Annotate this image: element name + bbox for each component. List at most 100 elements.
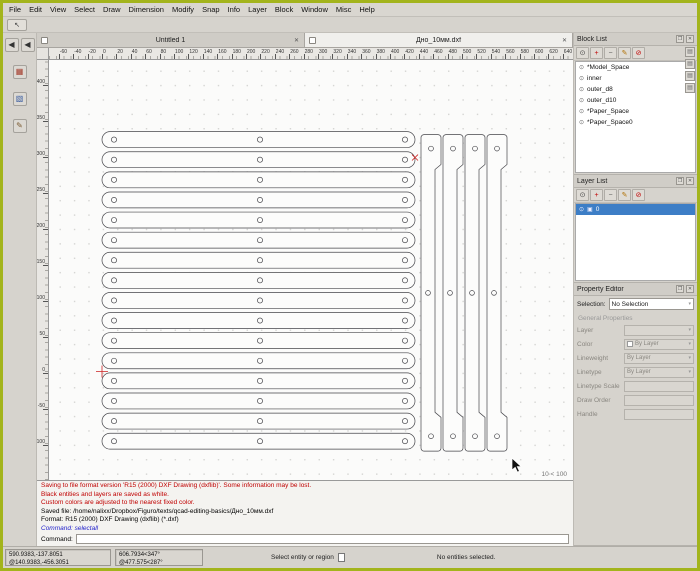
command-input[interactable]: [76, 534, 569, 544]
property-row: Draw Order: [574, 393, 697, 407]
eye-icon[interactable]: ⊙: [579, 75, 584, 82]
ruler-label: 400: [37, 79, 45, 85]
dock-forward-button[interactable]: ◀: [21, 38, 35, 52]
selection-dropdown[interactable]: No Selection ▾: [609, 298, 694, 310]
property-layer-control[interactable]: ▾: [624, 325, 694, 336]
general-properties-header: General Properties: [574, 312, 697, 323]
float-panel-icon[interactable]: ❐: [676, 35, 684, 43]
edit-block-button[interactable]: ✎: [618, 47, 631, 59]
block-list[interactable]: ⊙*Model_Space⊙inner⊙outer_d8⊙outer_d10⊙*…: [575, 61, 696, 173]
menu-block[interactable]: Block: [271, 5, 297, 14]
block-list-titlebar: Block List ❐ ✕: [574, 33, 697, 46]
ruler-label: -50: [38, 403, 45, 409]
document-tab-2[interactable]: Дно_10мм.dxf✕: [305, 33, 573, 47]
block-row[interactable]: ⊙*Model_Space: [576, 62, 695, 73]
block-row[interactable]: ⊙outer_d8: [576, 84, 695, 95]
property-linetype-scale-control[interactable]: [624, 381, 694, 392]
ruler-label: 50: [39, 331, 45, 337]
close-panel-icon[interactable]: ✕: [686, 35, 694, 43]
close-panel-icon[interactable]: ✕: [686, 285, 694, 293]
property-lineweight-control[interactable]: By Layer▾: [624, 353, 694, 364]
main-area: ◀◀▦▧✎ Untitled 1✕Дно_10мм.dxf✕ -60-40-20…: [3, 33, 697, 546]
ruler-label: -40: [74, 49, 81, 55]
menu-help[interactable]: Help: [355, 5, 378, 14]
close-icon[interactable]: ✕: [293, 37, 300, 44]
property-draw-order-control[interactable]: [624, 395, 694, 406]
drawing-canvas[interactable]: 10 < 100: [49, 60, 573, 480]
ruler-tick: [43, 157, 48, 158]
uprights-group: [421, 135, 507, 451]
remove-layer-button[interactable]: −: [604, 189, 617, 201]
property-linetype-control[interactable]: By Layer▾: [624, 367, 694, 378]
dock-block-tools-button[interactable]: ▦: [13, 65, 27, 79]
menu-info[interactable]: Info: [224, 5, 245, 14]
ruler-label: 260: [290, 49, 298, 55]
purge-block-button[interactable]: ⊘: [632, 47, 645, 59]
dock-tab-button-1[interactable]: ▤: [685, 47, 695, 57]
add-layer-button[interactable]: +: [590, 189, 603, 201]
tab-label: Дно_10мм.dxf: [319, 37, 558, 44]
block-list-title: Block List: [577, 36, 674, 43]
dock-layer-tools-button[interactable]: ▧: [13, 92, 27, 106]
dock-tab-button-2[interactable]: ▤: [685, 59, 695, 69]
property-color-control[interactable]: By Layer▾: [624, 339, 694, 350]
property-label: Layer: [577, 327, 621, 334]
menu-draw[interactable]: Draw: [99, 5, 125, 14]
menu-dimension[interactable]: Dimension: [125, 5, 168, 14]
float-panel-icon[interactable]: ❐: [676, 285, 684, 293]
color-swatch: [627, 341, 633, 347]
float-panel-icon[interactable]: ❐: [676, 177, 684, 185]
eye-icon[interactable]: ⊙: [579, 108, 584, 115]
layer-row[interactable]: ⊙▣0: [576, 204, 695, 215]
block-row[interactable]: ⊙*Paper_Space: [576, 106, 695, 117]
ruler-label: 500: [463, 49, 471, 55]
menu-modify[interactable]: Modify: [168, 5, 198, 14]
console-line: Saved file: /home/nalixx/Dropbox/Figuro/…: [41, 508, 569, 517]
dock-edit-tools-button[interactable]: ✎: [13, 119, 27, 133]
property-handle-control[interactable]: [624, 409, 694, 420]
block-row[interactable]: ⊙outer_d10: [576, 95, 695, 106]
menu-misc[interactable]: Misc: [332, 5, 355, 14]
dock-back-button[interactable]: ◀: [5, 38, 19, 52]
menu-view[interactable]: View: [46, 5, 70, 14]
eye-icon[interactable]: ⊙: [579, 206, 584, 213]
selection-tool-button[interactable]: ↖: [7, 19, 27, 31]
console-line: Format: R15 (2000) DXF Drawing (dxflib) …: [41, 516, 569, 525]
ruler-tick: [43, 193, 48, 194]
edit-layer-button[interactable]: ✎: [618, 189, 631, 201]
ruler-label: 560: [506, 49, 514, 55]
ruler-label: 220: [261, 49, 269, 55]
purge-layer-button[interactable]: ⊘: [632, 189, 645, 201]
toggle-layer-visibility-button[interactable]: ⊙: [576, 189, 589, 201]
remove-block-button[interactable]: −: [604, 47, 617, 59]
eye-icon[interactable]: ⊙: [579, 64, 584, 71]
close-panel-icon[interactable]: ✕: [686, 177, 694, 185]
lock-icon[interactable]: ▣: [587, 206, 593, 213]
ruler-tick: [43, 445, 48, 446]
layer-list-title: Layer List: [577, 178, 674, 185]
menu-snap[interactable]: Snap: [198, 5, 224, 14]
toggle-block-visibility-button[interactable]: ⊙: [576, 47, 589, 59]
add-block-button[interactable]: +: [590, 47, 603, 59]
ruler-tick: [43, 373, 48, 374]
layer-list[interactable]: ⊙▣0: [575, 203, 696, 281]
eye-icon[interactable]: ⊙: [579, 119, 584, 126]
menu-file[interactable]: File: [5, 5, 25, 14]
absolute-polar: 606.7934<347°: [119, 551, 199, 559]
dock-tab-button-3[interactable]: ▤: [685, 71, 695, 81]
block-row[interactable]: ⊙inner: [576, 73, 695, 84]
menu-window[interactable]: Window: [297, 5, 332, 14]
ruler-label: 540: [492, 49, 500, 55]
ruler-label: 160: [218, 49, 226, 55]
block-row[interactable]: ⊙*Paper_Space0: [576, 117, 695, 128]
close-icon[interactable]: ✕: [561, 37, 568, 44]
eye-icon[interactable]: ⊙: [579, 97, 584, 104]
eye-icon[interactable]: ⊙: [579, 86, 584, 93]
menu-edit[interactable]: Edit: [25, 5, 46, 14]
menu-select[interactable]: Select: [70, 5, 99, 14]
document-tab-1[interactable]: Untitled 1✕: [37, 33, 305, 47]
menu-layer[interactable]: Layer: [244, 5, 271, 14]
block-name: outer_d10: [587, 97, 616, 104]
dock-tab-button-4[interactable]: ▤: [685, 83, 695, 93]
selection-status: No entities selected.: [437, 547, 496, 568]
